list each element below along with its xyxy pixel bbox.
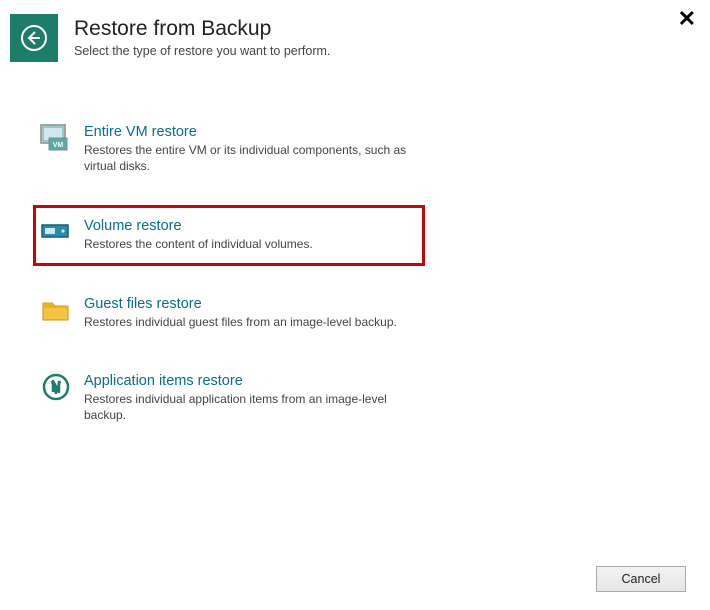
option-guest-files-restore[interactable]: Guest files restore Restores individual … — [36, 284, 428, 343]
option-application-items-restore[interactable]: Application items restore Restores indiv… — [36, 361, 428, 436]
option-title: Guest files restore — [84, 296, 414, 313]
footer: Cancel — [596, 566, 686, 592]
page-title: Restore from Backup — [74, 16, 330, 41]
close-icon: ✕ — [678, 6, 696, 31]
header: Restore from Backup Select the type of r… — [0, 0, 710, 72]
volume-icon — [40, 218, 72, 246]
back-arrow-icon — [19, 23, 49, 53]
option-entire-vm-restore[interactable]: VM Entire VM restore Restores the entire… — [36, 112, 428, 187]
close-button[interactable]: ✕ — [678, 8, 696, 30]
svg-text:VM: VM — [53, 142, 64, 149]
back-button[interactable] — [10, 14, 58, 62]
option-desc: Restores the content of individual volum… — [84, 237, 411, 253]
option-body: Volume restore Restores the content of i… — [84, 218, 411, 253]
option-body: Guest files restore Restores individual … — [84, 296, 414, 331]
option-title: Application items restore — [84, 373, 414, 390]
vm-icon: VM — [40, 124, 72, 152]
option-volume-restore[interactable]: Volume restore Restores the content of i… — [33, 205, 425, 266]
cancel-button[interactable]: Cancel — [596, 566, 686, 592]
app-items-icon — [40, 373, 72, 401]
page-subtitle: Select the type of restore you want to p… — [74, 44, 330, 58]
option-desc: Restores individual guest files from an … — [84, 315, 414, 331]
restore-options: VM Entire VM restore Restores the entire… — [0, 112, 710, 435]
option-body: Application items restore Restores indiv… — [84, 373, 414, 424]
option-title: Volume restore — [84, 218, 411, 235]
folder-icon — [40, 296, 72, 324]
header-text: Restore from Backup Select the type of r… — [74, 14, 330, 58]
option-desc: Restores individual application items fr… — [84, 392, 414, 423]
option-body: Entire VM restore Restores the entire VM… — [84, 124, 414, 175]
option-title: Entire VM restore — [84, 124, 414, 141]
option-desc: Restores the entire VM or its individual… — [84, 143, 414, 174]
